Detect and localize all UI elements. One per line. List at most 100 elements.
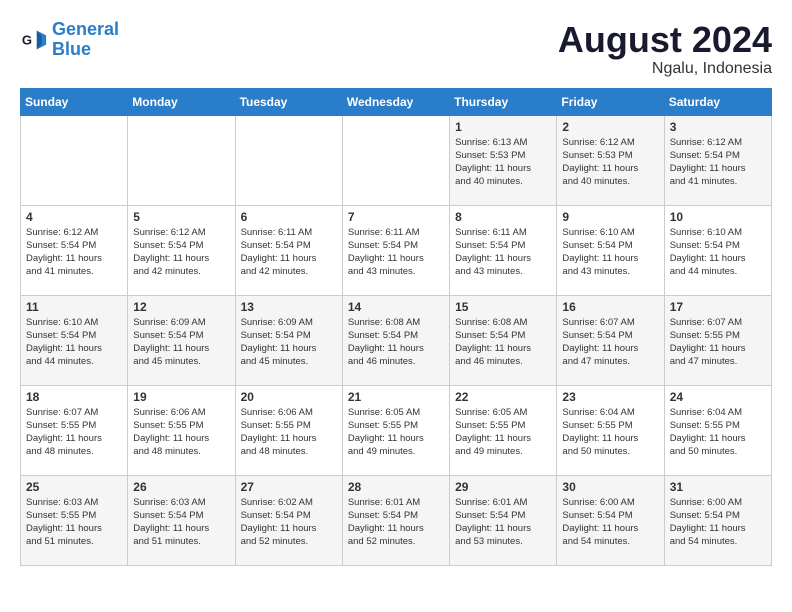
- calendar-cell: 8Sunrise: 6:11 AMSunset: 5:54 PMDaylight…: [450, 205, 557, 295]
- calendar-table: SundayMondayTuesdayWednesdayThursdayFrid…: [20, 88, 772, 566]
- day-number: 13: [241, 300, 337, 314]
- day-number: 21: [348, 390, 444, 404]
- day-number: 30: [562, 480, 658, 494]
- day-number: 25: [26, 480, 122, 494]
- day-number: 31: [670, 480, 766, 494]
- cell-info: Sunrise: 6:05 AMSunset: 5:55 PMDaylight:…: [455, 406, 551, 459]
- cell-info: Sunrise: 6:01 AMSunset: 5:54 PMDaylight:…: [455, 496, 551, 549]
- cell-info: Sunrise: 6:12 AMSunset: 5:53 PMDaylight:…: [562, 136, 658, 189]
- day-number: 17: [670, 300, 766, 314]
- cell-info: Sunrise: 6:12 AMSunset: 5:54 PMDaylight:…: [133, 226, 229, 279]
- day-number: 11: [26, 300, 122, 314]
- header-sunday: Sunday: [21, 88, 128, 115]
- calendar-cell: 3 Sunrise: 6:12 AMSunset: 5:54 PMDaylight…: [664, 115, 771, 205]
- cell-info: Sunrise: 6:02 AMSunset: 5:54 PMDaylight:…: [241, 496, 337, 549]
- calendar-week-row: 11 Sunrise: 6:10 AMSunset: 5:54 PMDayligh…: [21, 295, 772, 385]
- day-number: 9: [562, 210, 658, 224]
- calendar-cell: 22 Sunrise: 6:05 AMSunset: 5:55 PMDayligh…: [450, 385, 557, 475]
- calendar-cell: 17 Sunrise: 6:07 AMSunset: 5:55 PMDayligh…: [664, 295, 771, 385]
- calendar-cell: 13 Sunrise: 6:09 AMSunset: 5:54 PMDayligh…: [235, 295, 342, 385]
- cell-info: Sunrise: 6:13 AMSunset: 5:53 PMDaylight:…: [455, 136, 551, 189]
- calendar-cell: 10Sunrise: 6:10 AMSunset: 5:54 PMDayligh…: [664, 205, 771, 295]
- cell-info: Sunrise: 6:10 AMSunset: 5:54 PMDaylight:…: [670, 226, 766, 279]
- calendar-week-row: 4 Sunrise: 6:12 AMSunset: 5:54 PMDaylight…: [21, 205, 772, 295]
- calendar-cell: 25 Sunrise: 6:03 AMSunset: 5:55 PMDayligh…: [21, 475, 128, 565]
- page-header: G General Blue August 2024 Ngalu, Indone…: [20, 20, 772, 78]
- day-number: 16: [562, 300, 658, 314]
- calendar-cell: 21 Sunrise: 6:05 AMSunset: 5:55 PMDayligh…: [342, 385, 449, 475]
- cell-info: Sunrise: 6:07 AMSunset: 5:55 PMDaylight:…: [26, 406, 122, 459]
- cell-info: Sunrise: 6:11 AMSunset: 5:54 PMDaylight:…: [455, 226, 551, 279]
- calendar-cell: 9 Sunrise: 6:10 AMSunset: 5:54 PMDaylight…: [557, 205, 664, 295]
- day-number: 24: [670, 390, 766, 404]
- day-number: 27: [241, 480, 337, 494]
- calendar-cell: 26 Sunrise: 6:03 AMSunset: 5:54 PMDayligh…: [128, 475, 235, 565]
- calendar-cell: 5 Sunrise: 6:12 AMSunset: 5:54 PMDaylight…: [128, 205, 235, 295]
- day-number: 26: [133, 480, 229, 494]
- day-number: 23: [562, 390, 658, 404]
- day-number: 29: [455, 480, 551, 494]
- day-number: 28: [348, 480, 444, 494]
- calendar-header-row: SundayMondayTuesdayWednesdayThursdayFrid…: [21, 88, 772, 115]
- day-number: 15: [455, 300, 551, 314]
- day-number: 18: [26, 390, 122, 404]
- cell-info: Sunrise: 6:12 AMSunset: 5:54 PMDaylight:…: [670, 136, 766, 189]
- cell-info: Sunrise: 6:10 AMSunset: 5:54 PMDaylight:…: [562, 226, 658, 279]
- logo: G General Blue: [20, 20, 119, 60]
- calendar-cell: 19 Sunrise: 6:06 AMSunset: 5:55 PMDayligh…: [128, 385, 235, 475]
- cell-info: Sunrise: 6:09 AMSunset: 5:54 PMDaylight:…: [241, 316, 337, 369]
- cell-info: Sunrise: 6:03 AMSunset: 5:54 PMDaylight:…: [133, 496, 229, 549]
- header-saturday: Saturday: [664, 88, 771, 115]
- logo-line1: General: [52, 19, 119, 39]
- calendar-cell: 18 Sunrise: 6:07 AMSunset: 5:55 PMDayligh…: [21, 385, 128, 475]
- calendar-cell: 30 Sunrise: 6:00 AMSunset: 5:54 PMDayligh…: [557, 475, 664, 565]
- cell-info: Sunrise: 6:10 AMSunset: 5:54 PMDaylight:…: [26, 316, 122, 369]
- calendar-week-row: 18 Sunrise: 6:07 AMSunset: 5:55 PMDayligh…: [21, 385, 772, 475]
- cell-info: Sunrise: 6:06 AMSunset: 5:55 PMDaylight:…: [133, 406, 229, 459]
- header-thursday: Thursday: [450, 88, 557, 115]
- calendar-cell: 27 Sunrise: 6:02 AMSunset: 5:54 PMDayligh…: [235, 475, 342, 565]
- calendar-cell: 29 Sunrise: 6:01 AMSunset: 5:54 PMDayligh…: [450, 475, 557, 565]
- calendar-cell: 7Sunrise: 6:11 AMSunset: 5:54 PMDaylight…: [342, 205, 449, 295]
- cell-info: Sunrise: 6:04 AMSunset: 5:55 PMDaylight:…: [562, 406, 658, 459]
- calendar-cell: 12 Sunrise: 6:09 AMSunset: 5:54 PMDayligh…: [128, 295, 235, 385]
- day-number: 12: [133, 300, 229, 314]
- calendar-week-row: 25 Sunrise: 6:03 AMSunset: 5:55 PMDayligh…: [21, 475, 772, 565]
- calendar-cell: [128, 115, 235, 205]
- header-tuesday: Tuesday: [235, 88, 342, 115]
- day-number: 22: [455, 390, 551, 404]
- day-number: 3: [670, 120, 766, 134]
- calendar-cell: [21, 115, 128, 205]
- day-number: 5: [133, 210, 229, 224]
- cell-info: Sunrise: 6:04 AMSunset: 5:55 PMDaylight:…: [670, 406, 766, 459]
- cell-info: Sunrise: 6:05 AMSunset: 5:55 PMDaylight:…: [348, 406, 444, 459]
- day-number: 2: [562, 120, 658, 134]
- day-number: 7: [348, 210, 444, 224]
- calendar-cell: 1Sunrise: 6:13 AMSunset: 5:53 PMDaylight…: [450, 115, 557, 205]
- header-friday: Friday: [557, 88, 664, 115]
- calendar-cell: 16Sunrise: 6:07 AMSunset: 5:54 PMDayligh…: [557, 295, 664, 385]
- cell-info: Sunrise: 6:09 AMSunset: 5:54 PMDaylight:…: [133, 316, 229, 369]
- calendar-cell: [342, 115, 449, 205]
- calendar-cell: 28 Sunrise: 6:01 AMSunset: 5:54 PMDayligh…: [342, 475, 449, 565]
- calendar-cell: 2 Sunrise: 6:12 AMSunset: 5:53 PMDaylight…: [557, 115, 664, 205]
- day-number: 4: [26, 210, 122, 224]
- cell-info: Sunrise: 6:07 AMSunset: 5:55 PMDaylight:…: [670, 316, 766, 369]
- header-monday: Monday: [128, 88, 235, 115]
- day-number: 19: [133, 390, 229, 404]
- month-title: August 2024: [558, 20, 772, 60]
- cell-info: Sunrise: 6:11 AMSunset: 5:54 PMDaylight:…: [241, 226, 337, 279]
- cell-info: Sunrise: 6:08 AMSunset: 5:54 PMDaylight:…: [348, 316, 444, 369]
- logo-icon: G: [20, 26, 48, 54]
- calendar-cell: 15 Sunrise: 6:08 AMSunset: 5:54 PMDayligh…: [450, 295, 557, 385]
- cell-info: Sunrise: 6:03 AMSunset: 5:55 PMDaylight:…: [26, 496, 122, 549]
- calendar-cell: 11 Sunrise: 6:10 AMSunset: 5:54 PMDayligh…: [21, 295, 128, 385]
- cell-info: Sunrise: 6:12 AMSunset: 5:54 PMDaylight:…: [26, 226, 122, 279]
- svg-text:G: G: [22, 32, 32, 47]
- day-number: 20: [241, 390, 337, 404]
- calendar-cell: 4 Sunrise: 6:12 AMSunset: 5:54 PMDaylight…: [21, 205, 128, 295]
- calendar-cell: 23 Sunrise: 6:04 AMSunset: 5:55 PMDayligh…: [557, 385, 664, 475]
- cell-info: Sunrise: 6:00 AMSunset: 5:54 PMDaylight:…: [562, 496, 658, 549]
- cell-info: Sunrise: 6:08 AMSunset: 5:54 PMDaylight:…: [455, 316, 551, 369]
- cell-info: Sunrise: 6:01 AMSunset: 5:54 PMDaylight:…: [348, 496, 444, 549]
